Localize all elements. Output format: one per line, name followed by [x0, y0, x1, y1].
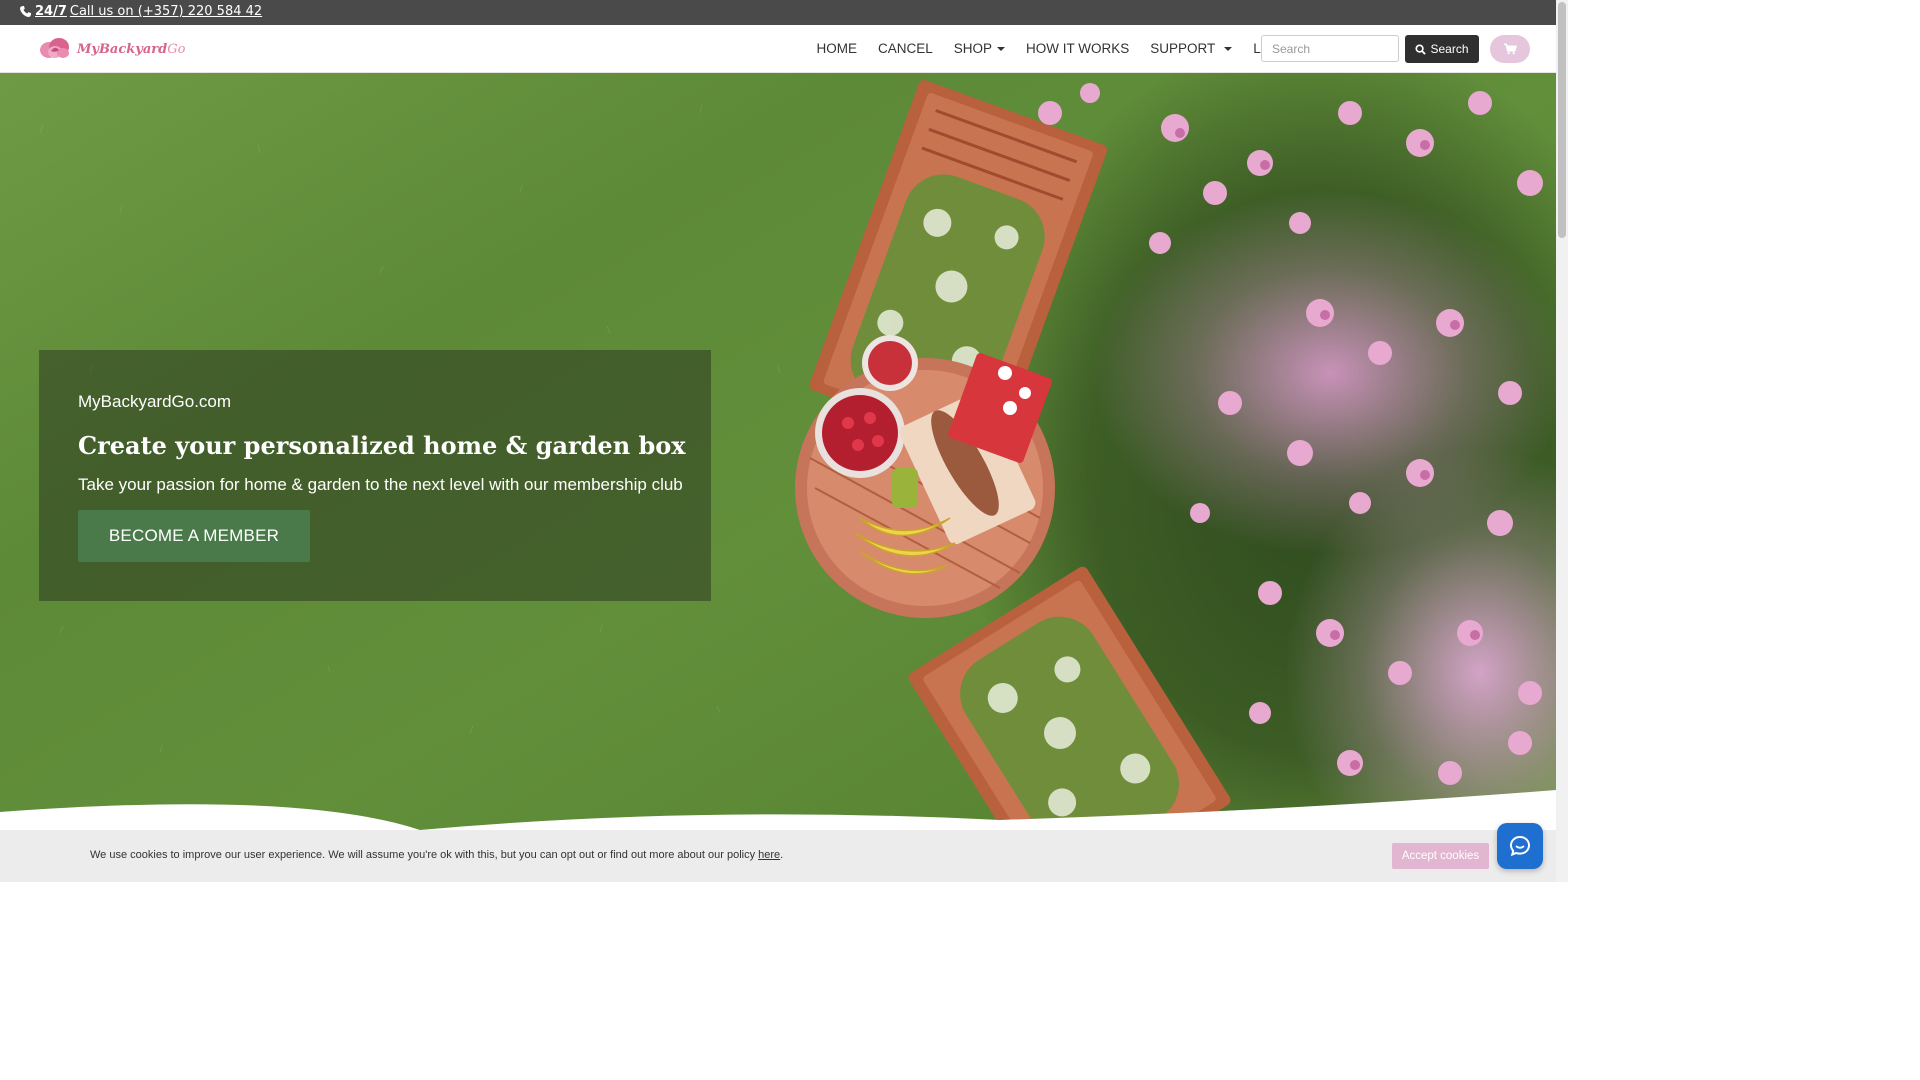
logo-brand: MyBackyard: [77, 41, 168, 57]
search-icon: [1415, 43, 1427, 55]
nav-cancel[interactable]: CANCEL: [868, 25, 944, 72]
chevron-down-icon: [997, 46, 1006, 51]
nav-cancel-label: CANCEL: [878, 41, 933, 56]
primary-nav: HOME CANCEL SHOP HOW IT WORKS SUPPORT LO…: [806, 25, 1306, 72]
cookie-message: We use cookies to improve our user exper…: [90, 849, 783, 861]
site-logo[interactable]: MyBackyardGo: [37, 35, 185, 63]
cookie-consent-bar: We use cookies to improve our user exper…: [0, 830, 1556, 882]
accept-cookies-button[interactable]: Accept cookies: [1392, 843, 1489, 869]
nav-how-it-works[interactable]: HOW IT WORKS: [1016, 25, 1140, 72]
nav-shop[interactable]: SHOP: [943, 25, 1015, 72]
search-button[interactable]: Search: [1405, 35, 1479, 63]
nav-home-label: HOME: [816, 41, 858, 56]
phone-hours: 24/7: [35, 4, 67, 19]
search-input[interactable]: [1261, 35, 1399, 62]
cart-button[interactable]: [1490, 35, 1530, 63]
scrollbar-thumb[interactable]: [1558, 2, 1566, 238]
top-contact-bar: 24/7 Call us on (+357) 220 584 42: [0, 0, 1568, 25]
chevron-down-icon: [1224, 46, 1233, 51]
become-member-button[interactable]: BECOME A MEMBER: [78, 510, 310, 562]
nav-shop-label: SHOP: [953, 41, 993, 56]
nav-support-label: SUPPORT: [1150, 41, 1216, 56]
search-button-label: Search: [1430, 42, 1469, 56]
hero-subtitle: Take your passion for home & garden to t…: [78, 475, 683, 494]
page-scrollbar[interactable]: [1556, 0, 1568, 882]
cookie-policy-link[interactable]: here: [758, 849, 780, 861]
flower-logo-icon: [40, 38, 69, 58]
phone-number: Call us on (+357) 220 584 42: [69, 4, 263, 19]
logo-text: MyBackyardGo: [77, 42, 185, 57]
nav-how-it-works-label: HOW IT WORKS: [1026, 41, 1130, 56]
cookie-text: We use cookies to improve our user exper…: [90, 849, 759, 861]
logo-suffix: Go: [167, 41, 186, 57]
hero-banner: MyBackyardGo.com Create your personalize…: [0, 73, 1556, 833]
hero-bottom-curve: [0, 790, 1556, 835]
nav-support[interactable]: SUPPORT: [1140, 25, 1243, 72]
main-navbar: MyBackyardGo HOME CANCEL SHOP HOW IT WOR…: [0, 25, 1556, 73]
hero-title: Create your personalized home & garden b…: [78, 431, 686, 460]
nav-home[interactable]: HOME: [806, 25, 868, 72]
cart-icon: [1503, 43, 1517, 55]
cookie-text-suffix: .: [780, 849, 784, 861]
chat-bubble-icon: [1509, 835, 1531, 857]
chat-widget-button[interactable]: [1497, 823, 1543, 869]
hero-site-name: MyBackyardGo.com: [78, 392, 232, 411]
phone-link[interactable]: 24/7 Call us on (+357) 220 584 42: [19, 4, 262, 19]
phone-icon: [20, 5, 32, 17]
